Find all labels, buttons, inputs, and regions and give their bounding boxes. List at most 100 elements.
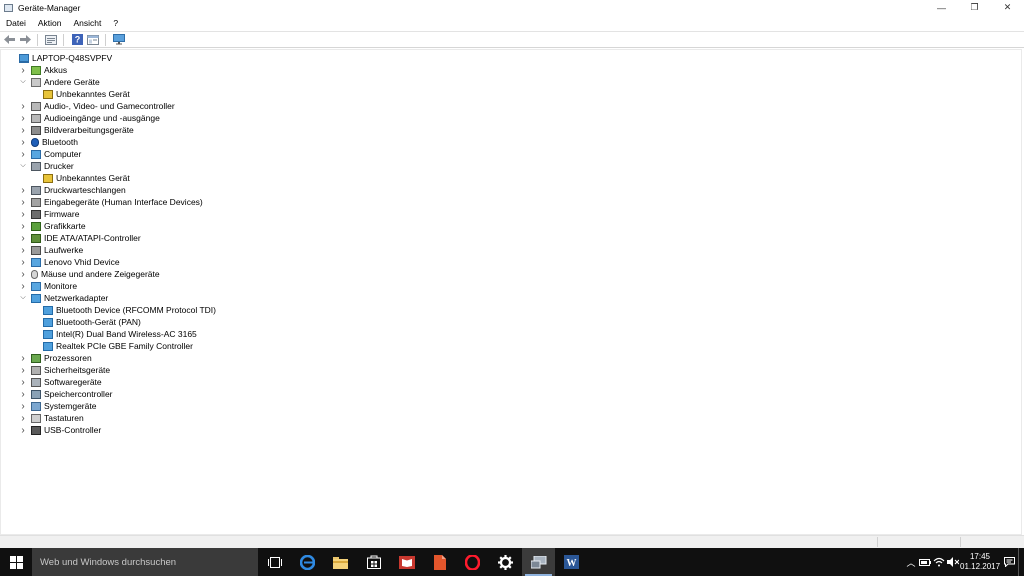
tree-device[interactable]: Realtek PCIe GBE Family Controller xyxy=(43,340,193,352)
battery-icon[interactable] xyxy=(918,548,932,576)
collapsed-caret-icon[interactable]: › xyxy=(19,124,27,136)
collapsed-caret-icon[interactable]: › xyxy=(19,388,27,400)
tree-category[interactable]: Druckwarteschlangen xyxy=(31,184,126,196)
tree-category[interactable]: Tastaturen xyxy=(31,412,84,424)
tree-device[interactable]: Bluetooth Device (RFCOMM Protocol TDI) xyxy=(43,304,216,316)
collapsed-caret-icon[interactable]: › xyxy=(19,112,27,124)
tree-category[interactable]: Netzwerkadapter xyxy=(31,292,108,304)
collapsed-caret-icon[interactable]: › xyxy=(19,184,27,196)
show-hide-icon[interactable] xyxy=(86,34,100,46)
tree-category[interactable]: Computer xyxy=(31,148,81,160)
tree-category[interactable]: Drucker xyxy=(31,160,74,172)
tree-category[interactable]: Mäuse und andere Zeigegeräte xyxy=(31,268,160,280)
collapsed-caret-icon[interactable]: › xyxy=(19,400,27,412)
edge-icon[interactable] xyxy=(291,548,324,576)
tree-root[interactable]: LAPTOP-Q48SVPFV xyxy=(19,52,112,64)
drive-icon xyxy=(31,245,41,255)
back-icon[interactable] xyxy=(2,34,16,46)
tree-category[interactable]: Eingabegeräte (Human Interface Devices) xyxy=(31,196,203,208)
wifi-icon[interactable] xyxy=(932,548,946,576)
show-desktop-button[interactable] xyxy=(1018,548,1024,576)
device-tree[interactable]: LAPTOP-Q48SVPFV › Akkus ⌵ Andere Geräte Unbe… xyxy=(0,49,1022,535)
tree-category[interactable]: Softwaregeräte xyxy=(31,376,102,388)
expanded-caret-icon[interactable]: ⌵ xyxy=(19,76,27,88)
collapsed-caret-icon[interactable]: › xyxy=(19,280,27,292)
forward-icon[interactable] xyxy=(18,34,32,46)
display-adapter-icon xyxy=(31,221,41,231)
tree-category[interactable]: Lenovo Vhid Device xyxy=(31,256,120,268)
properties-icon[interactable] xyxy=(44,34,58,46)
word-icon[interactable]: W xyxy=(555,548,588,576)
tree-node-label: Netzwerkadapter xyxy=(44,293,109,303)
file-explorer-icon[interactable] xyxy=(324,548,357,576)
monitor-icon xyxy=(31,281,41,291)
minimize-button[interactable]: — xyxy=(925,0,958,15)
collapsed-caret-icon[interactable]: › xyxy=(19,64,27,76)
expanded-caret-icon[interactable]: ⌵ xyxy=(19,292,27,304)
status-divider xyxy=(877,537,878,547)
tree-category[interactable]: Speichercontroller xyxy=(31,388,113,400)
tree-device[interactable]: Intel(R) Dual Band Wireless-AC 3165 xyxy=(43,328,197,340)
collapsed-caret-icon[interactable]: › xyxy=(19,244,27,256)
toolbar-separator xyxy=(105,33,106,46)
tree-category[interactable]: Systemgeräte xyxy=(31,400,96,412)
chevron-up-icon[interactable]: ︿ xyxy=(904,548,918,576)
collapsed-caret-icon[interactable]: › xyxy=(19,412,27,424)
tree-category[interactable]: Sicherheitsgeräte xyxy=(31,364,110,376)
tree-category[interactable]: Bildverarbeitungsgeräte xyxy=(31,124,134,136)
menu-datei[interactable]: Datei xyxy=(0,18,32,28)
tree-category[interactable]: USB-Controller xyxy=(31,424,101,436)
tree-device[interactable]: Bluetooth-Gerät (PAN) xyxy=(43,316,141,328)
tree-category[interactable]: Audioeingänge und -ausgänge xyxy=(31,112,160,124)
collapsed-caret-icon[interactable]: › xyxy=(19,220,27,232)
tree-category[interactable]: Bluetooth xyxy=(31,136,78,148)
tree-category[interactable]: IDE ATA/ATAPI-Controller xyxy=(31,232,141,244)
search-input[interactable]: Web und Windows durchsuchen xyxy=(32,548,258,576)
settings-icon[interactable] xyxy=(489,548,522,576)
collapsed-caret-icon[interactable]: › xyxy=(19,208,27,220)
start-button[interactable] xyxy=(0,548,32,576)
help-icon[interactable]: ? xyxy=(70,34,84,46)
clock-time: 17:45 xyxy=(969,552,991,561)
network-icon xyxy=(31,293,41,303)
collapsed-caret-icon[interactable]: › xyxy=(19,268,27,280)
tree-category[interactable]: Prozessoren xyxy=(31,352,92,364)
opera-icon[interactable] xyxy=(456,548,489,576)
pdf-icon[interactable] xyxy=(423,548,456,576)
collapsed-caret-icon[interactable]: › xyxy=(19,424,27,436)
collapsed-caret-icon[interactable]: › xyxy=(19,100,27,112)
tree-category[interactable]: Andere Geräte xyxy=(31,76,100,88)
tree-device[interactable]: Unbekanntes Gerät xyxy=(43,172,130,184)
tree-category[interactable]: Audio-, Video- und Gamecontroller xyxy=(31,100,175,112)
menu-ansicht[interactable]: Ansicht xyxy=(67,18,107,28)
clock[interactable]: 17:45 01.12.2017 xyxy=(960,552,1000,572)
collapsed-caret-icon[interactable]: › xyxy=(19,256,27,268)
tree-category[interactable]: Firmware xyxy=(31,208,79,220)
tree-device[interactable]: Unbekanntes Gerät xyxy=(43,88,130,100)
toolbar-separator xyxy=(37,33,38,46)
tree-category[interactable]: Monitore xyxy=(31,280,77,292)
collapsed-caret-icon[interactable]: › xyxy=(19,376,27,388)
reader-icon[interactable] xyxy=(390,548,423,576)
monitor-icon[interactable] xyxy=(112,34,126,46)
store-icon[interactable] xyxy=(357,548,390,576)
volume-mute-icon[interactable] xyxy=(946,548,960,576)
collapsed-caret-icon[interactable]: › xyxy=(19,352,27,364)
collapsed-caret-icon[interactable]: › xyxy=(19,148,27,160)
task-view-icon[interactable] xyxy=(258,548,291,576)
collapsed-caret-icon[interactable]: › xyxy=(19,232,27,244)
tree-category[interactable]: Laufwerke xyxy=(31,244,83,256)
menu-aktion[interactable]: Aktion xyxy=(32,18,68,28)
tree-category[interactable]: Akkus xyxy=(31,64,67,76)
notification-icon[interactable] xyxy=(1000,548,1018,576)
collapsed-caret-icon[interactable]: › xyxy=(19,136,27,148)
bluetooth-icon xyxy=(31,137,39,147)
menu-help[interactable]: ? xyxy=(107,18,124,28)
collapsed-caret-icon[interactable]: › xyxy=(19,196,27,208)
expanded-caret-icon[interactable]: ⌵ xyxy=(19,160,27,172)
tree-category[interactable]: Grafikkarte xyxy=(31,220,86,232)
device-manager-icon[interactable] xyxy=(522,548,555,576)
collapsed-caret-icon[interactable]: › xyxy=(19,364,27,376)
maximize-button[interactable]: ❐ xyxy=(958,0,991,15)
close-button[interactable]: ✕ xyxy=(991,0,1024,15)
